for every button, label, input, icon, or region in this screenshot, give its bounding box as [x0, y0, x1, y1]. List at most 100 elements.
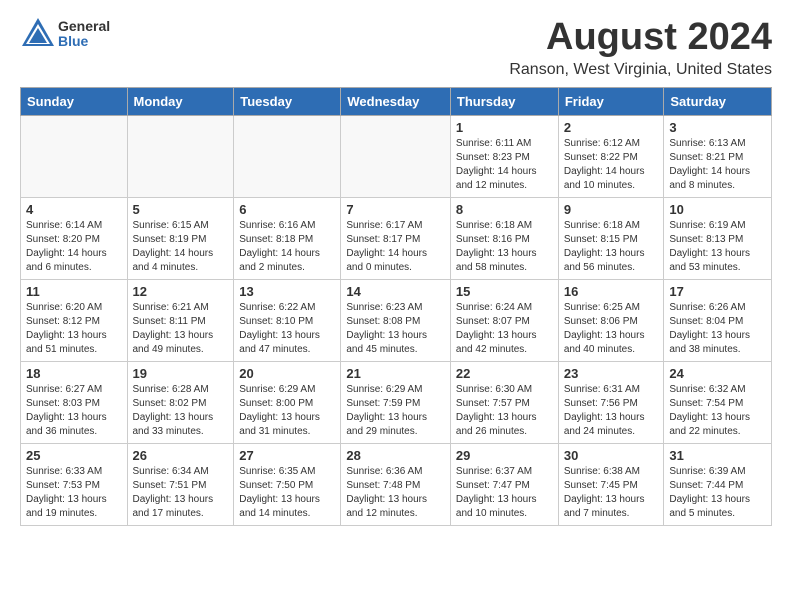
day-number: 19	[133, 366, 229, 381]
day-info: Sunrise: 6:39 AMSunset: 7:44 PMDaylight:…	[669, 465, 766, 521]
logo-blue: Blue	[58, 34, 110, 49]
day-info: Sunrise: 6:29 AMSunset: 8:00 PMDaylight:…	[239, 383, 335, 439]
day-number: 6	[239, 202, 335, 217]
day-number: 23	[564, 366, 659, 381]
day-number: 11	[26, 284, 122, 299]
calendar-cell: 7 Sunrise: 6:17 AMSunset: 8:17 PMDaylight…	[341, 198, 451, 280]
day-number: 8	[456, 202, 553, 217]
calendar-cell: 6 Sunrise: 6:16 AMSunset: 8:18 PMDaylight…	[234, 198, 341, 280]
calendar-cell: 2Sunrise: 6:12 AMSunset: 8:22 PMDaylight…	[558, 116, 664, 198]
calendar-cell: 10 Sunrise: 6:19 AMSunset: 8:13 PMDayligh…	[664, 198, 772, 280]
logo-text: General Blue	[58, 19, 110, 50]
day-number: 1	[456, 120, 553, 135]
day-number: 30	[564, 448, 659, 463]
calendar-cell: 17 Sunrise: 6:26 AMSunset: 8:04 PMDayligh…	[664, 280, 772, 362]
day-number: 17	[669, 284, 766, 299]
month-title: August 2024	[509, 16, 772, 59]
calendar-cell	[341, 116, 451, 198]
calendar-cell: 9Sunrise: 6:18 AMSunset: 8:15 PMDaylight…	[558, 198, 664, 280]
day-number: 20	[239, 366, 335, 381]
header-row: Sunday Monday Tuesday Wednesday Thursday…	[21, 88, 772, 116]
day-info: Sunrise: 6:17 AMSunset: 8:17 PMDaylight:…	[346, 219, 445, 275]
header-saturday: Saturday	[664, 88, 772, 116]
calendar-cell: 31 Sunrise: 6:39 AMSunset: 7:44 PMDayligh…	[664, 444, 772, 526]
day-info: Sunrise: 6:15 AMSunset: 8:19 PMDaylight:…	[133, 219, 229, 275]
day-info: Sunrise: 6:30 AMSunset: 7:57 PMDaylight:…	[456, 383, 553, 439]
calendar-week-3: 11 Sunrise: 6:20 AMSunset: 8:12 PMDayligh…	[21, 280, 772, 362]
location: Ranson, West Virginia, United States	[509, 61, 772, 79]
calendar-cell: 11 Sunrise: 6:20 AMSunset: 8:12 PMDayligh…	[21, 280, 128, 362]
day-number: 21	[346, 366, 445, 381]
calendar-week-2: 4Sunrise: 6:14 AMSunset: 8:20 PMDaylight…	[21, 198, 772, 280]
day-info: Sunrise: 6:18 AMSunset: 8:16 PMDaylight:…	[456, 219, 553, 275]
day-number: 14	[346, 284, 445, 299]
day-number: 22	[456, 366, 553, 381]
day-info: Sunrise: 6:37 AMSunset: 7:47 PMDaylight:…	[456, 465, 553, 521]
header-tuesday: Tuesday	[234, 88, 341, 116]
day-info: Sunrise: 6:33 AMSunset: 7:53 PMDaylight:…	[26, 465, 122, 521]
day-number: 13	[239, 284, 335, 299]
day-info: Sunrise: 6:32 AMSunset: 7:54 PMDaylight:…	[669, 383, 766, 439]
calendar-cell: 1 Sunrise: 6:11 AMSunset: 8:23 PMDaylight…	[450, 116, 558, 198]
day-info: Sunrise: 6:22 AMSunset: 8:10 PMDaylight:…	[239, 301, 335, 357]
header-friday: Friday	[558, 88, 664, 116]
calendar-cell: 13 Sunrise: 6:22 AMSunset: 8:10 PMDayligh…	[234, 280, 341, 362]
calendar-cell: 3 Sunrise: 6:13 AMSunset: 8:21 PMDaylight…	[664, 116, 772, 198]
calendar-cell: 28Sunrise: 6:36 AMSunset: 7:48 PMDayligh…	[341, 444, 451, 526]
day-info: Sunrise: 6:20 AMSunset: 8:12 PMDaylight:…	[26, 301, 122, 357]
calendar-table: Sunday Monday Tuesday Wednesday Thursday…	[20, 87, 772, 526]
calendar-cell: 29 Sunrise: 6:37 AMSunset: 7:47 PMDayligh…	[450, 444, 558, 526]
header-monday: Monday	[127, 88, 234, 116]
calendar-cell: 22 Sunrise: 6:30 AMSunset: 7:57 PMDayligh…	[450, 362, 558, 444]
day-number: 7	[346, 202, 445, 217]
calendar-cell: 27 Sunrise: 6:35 AMSunset: 7:50 PMDayligh…	[234, 444, 341, 526]
calendar-cell: 5Sunrise: 6:15 AMSunset: 8:19 PMDaylight…	[127, 198, 234, 280]
day-info: Sunrise: 6:11 AMSunset: 8:23 PMDaylight:…	[456, 137, 553, 193]
calendar-cell: 21 Sunrise: 6:29 AMSunset: 7:59 PMDayligh…	[341, 362, 451, 444]
header-wednesday: Wednesday	[341, 88, 451, 116]
calendar-week-1: 1 Sunrise: 6:11 AMSunset: 8:23 PMDaylight…	[21, 116, 772, 198]
day-number: 15	[456, 284, 553, 299]
day-info: Sunrise: 6:13 AMSunset: 8:21 PMDaylight:…	[669, 137, 766, 193]
calendar-body: 1 Sunrise: 6:11 AMSunset: 8:23 PMDaylight…	[21, 116, 772, 526]
calendar-cell: 8 Sunrise: 6:18 AMSunset: 8:16 PMDaylight…	[450, 198, 558, 280]
calendar-cell: 18 Sunrise: 6:27 AMSunset: 8:03 PMDayligh…	[21, 362, 128, 444]
day-info: Sunrise: 6:12 AMSunset: 8:22 PMDaylight:…	[564, 137, 659, 193]
day-number: 27	[239, 448, 335, 463]
logo-icon	[20, 16, 56, 52]
calendar-cell: 14 Sunrise: 6:23 AMSunset: 8:08 PMDayligh…	[341, 280, 451, 362]
day-number: 18	[26, 366, 122, 381]
day-number: 31	[669, 448, 766, 463]
calendar-cell: 25 Sunrise: 6:33 AMSunset: 7:53 PMDayligh…	[21, 444, 128, 526]
day-info: Sunrise: 6:28 AMSunset: 8:02 PMDaylight:…	[133, 383, 229, 439]
day-number: 24	[669, 366, 766, 381]
day-number: 16	[564, 284, 659, 299]
day-info: Sunrise: 6:35 AMSunset: 7:50 PMDaylight:…	[239, 465, 335, 521]
calendar-cell	[127, 116, 234, 198]
title-section: August 2024 Ranson, West Virginia, Unite…	[509, 16, 772, 79]
day-info: Sunrise: 6:21 AMSunset: 8:11 PMDaylight:…	[133, 301, 229, 357]
calendar-header: Sunday Monday Tuesday Wednesday Thursday…	[21, 88, 772, 116]
day-number: 29	[456, 448, 553, 463]
calendar-cell	[234, 116, 341, 198]
calendar-cell: 26Sunrise: 6:34 AMSunset: 7:51 PMDayligh…	[127, 444, 234, 526]
day-info: Sunrise: 6:29 AMSunset: 7:59 PMDaylight:…	[346, 383, 445, 439]
calendar-cell: 23 Sunrise: 6:31 AMSunset: 7:56 PMDayligh…	[558, 362, 664, 444]
logo: General Blue	[20, 16, 110, 52]
day-info: Sunrise: 6:26 AMSunset: 8:04 PMDaylight:…	[669, 301, 766, 357]
day-info: Sunrise: 6:27 AMSunset: 8:03 PMDaylight:…	[26, 383, 122, 439]
calendar-cell: 19 Sunrise: 6:28 AMSunset: 8:02 PMDayligh…	[127, 362, 234, 444]
day-number: 3	[669, 120, 766, 135]
calendar-cell: 12Sunrise: 6:21 AMSunset: 8:11 PMDayligh…	[127, 280, 234, 362]
day-number: 25	[26, 448, 122, 463]
day-number: 10	[669, 202, 766, 217]
day-info: Sunrise: 6:23 AMSunset: 8:08 PMDaylight:…	[346, 301, 445, 357]
day-info: Sunrise: 6:14 AMSunset: 8:20 PMDaylight:…	[26, 219, 122, 275]
day-number: 26	[133, 448, 229, 463]
day-info: Sunrise: 6:16 AMSunset: 8:18 PMDaylight:…	[239, 219, 335, 275]
logo-general: General	[58, 19, 110, 34]
calendar-cell: 16Sunrise: 6:25 AMSunset: 8:06 PMDayligh…	[558, 280, 664, 362]
day-info: Sunrise: 6:31 AMSunset: 7:56 PMDaylight:…	[564, 383, 659, 439]
day-info: Sunrise: 6:19 AMSunset: 8:13 PMDaylight:…	[669, 219, 766, 275]
day-number: 28	[346, 448, 445, 463]
